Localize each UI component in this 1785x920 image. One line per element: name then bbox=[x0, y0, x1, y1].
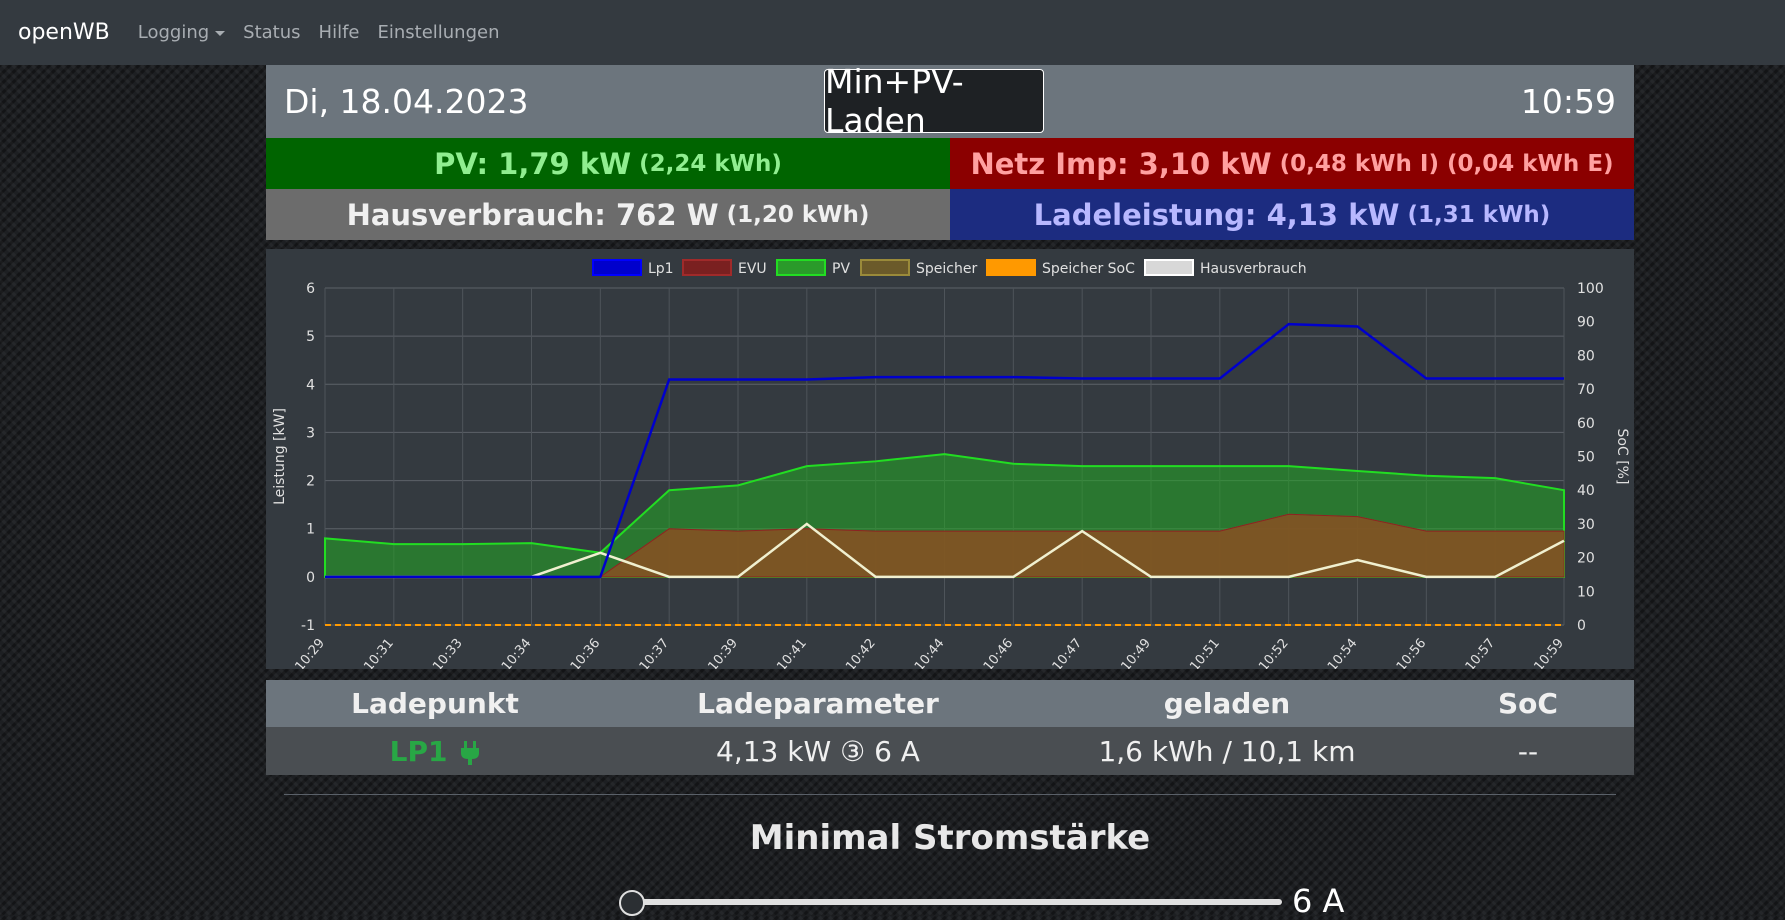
legend-swatch bbox=[860, 259, 910, 276]
x-tick-label: 10:49 bbox=[1118, 636, 1154, 669]
charge-energy: (1,31 kWh) bbox=[1407, 201, 1551, 228]
x-tick-label: 10:51 bbox=[1187, 636, 1223, 669]
min-current-slider-thumb[interactable] bbox=[619, 890, 645, 916]
y2-tick-label: 80 bbox=[1577, 348, 1595, 364]
x-tick-label: 10:59 bbox=[1531, 636, 1567, 669]
x-tick-label: 10:57 bbox=[1463, 636, 1499, 669]
legend-label: Speicher bbox=[916, 261, 977, 277]
y2-tick-label: 30 bbox=[1577, 517, 1595, 533]
y2-tick-label: 20 bbox=[1577, 551, 1595, 567]
legend-label: PV bbox=[832, 261, 850, 277]
legend-label: Lp1 bbox=[648, 261, 674, 277]
y-tick-label: 3 bbox=[306, 425, 315, 441]
house-tile: Hausverbrauch: 762 W (1,20 kWh) bbox=[266, 189, 950, 240]
y2-tick-label: 10 bbox=[1577, 584, 1595, 600]
chargepoint-table: Ladepunkt Ladeparameter geladen SoC LP1 … bbox=[266, 680, 1634, 775]
charge-mode-button[interactable]: Min+PV-Laden bbox=[824, 62, 1044, 140]
x-tick-label: 10:47 bbox=[1050, 636, 1086, 669]
y-tick-label: 1 bbox=[306, 522, 315, 538]
legend-swatch bbox=[986, 259, 1036, 276]
grid-energy: (0,48 kWh I) (0,04 kWh E) bbox=[1279, 150, 1614, 177]
min-current-slider-track[interactable] bbox=[632, 899, 1282, 905]
y-tick-label: -1 bbox=[301, 618, 315, 634]
x-tick-label: 10:39 bbox=[705, 636, 741, 669]
pv-energy: (2,24 kWh) bbox=[639, 150, 782, 177]
legend-swatch bbox=[592, 259, 642, 276]
charge-params: 4,13 kW ③ 6 A bbox=[716, 734, 920, 768]
charge-tile: Ladeleistung: 4,13 kW (1,31 kWh) bbox=[950, 189, 1634, 240]
header-soc: SoC bbox=[1498, 687, 1558, 720]
table-header: Ladepunkt Ladeparameter geladen SoC bbox=[266, 680, 1634, 727]
charged-amount: 1,6 kWh / 10,1 km bbox=[1098, 734, 1356, 768]
y2-tick-label: 40 bbox=[1577, 483, 1595, 499]
house-power: Hausverbrauch: 762 W bbox=[346, 197, 719, 232]
y2-tick-label: 50 bbox=[1577, 450, 1595, 466]
caret-down-icon bbox=[215, 30, 226, 36]
chargepoint-cell[interactable]: LP1 bbox=[266, 735, 604, 768]
y-tick-label: 6 bbox=[306, 281, 315, 297]
y-axis-label: Leistung [kW] bbox=[272, 408, 288, 505]
nav-einstellungen[interactable]: Einstellungen bbox=[377, 22, 499, 43]
grid-tile: Netz Imp: 3,10 kW (0,48 kWh I) (0,04 kWh… bbox=[950, 138, 1634, 189]
y-tick-label: 4 bbox=[306, 377, 315, 393]
table-row[interactable]: LP1 4,13 kW ③ 6 A 1,6 kWh / 10,1 km -- bbox=[266, 727, 1634, 775]
y-tick-label: 5 bbox=[306, 329, 315, 345]
header-ladeparameter: Ladeparameter bbox=[697, 687, 939, 720]
x-tick-label: 10:42 bbox=[843, 636, 879, 669]
y2-tick-label: 0 bbox=[1577, 618, 1586, 634]
charge-power: Ladeleistung: 4,13 kW bbox=[1033, 197, 1400, 232]
legend-label: Speicher SoC bbox=[1042, 261, 1135, 277]
house-energy: (1,20 kWh) bbox=[726, 201, 870, 228]
header-bar: Di, 18.04.2023 Min+PV-Laden 10:59 bbox=[266, 62, 1634, 140]
header-ladepunkt: Ladepunkt bbox=[351, 687, 519, 720]
y2-tick-label: 60 bbox=[1577, 416, 1595, 432]
x-tick-label: 10:56 bbox=[1394, 636, 1430, 669]
power-chart: -1 0 1 2 3 4 5 6 0 10 20 30 40 50 60 70 80 90 100 10:29 10:3… bbox=[266, 249, 1634, 669]
x-tick-label: 10:54 bbox=[1325, 636, 1361, 669]
y-tick-label: 2 bbox=[306, 474, 315, 490]
nav-logging-label: Logging bbox=[137, 22, 210, 43]
legend-label: EVU bbox=[738, 261, 767, 277]
pv-tile: PV: 1,79 kW (2,24 kWh) bbox=[266, 138, 950, 189]
header-time: 10:59 bbox=[1520, 82, 1616, 121]
divider bbox=[284, 794, 1616, 795]
x-tick-label: 10:46 bbox=[981, 636, 1017, 669]
x-tick-label: 10:34 bbox=[499, 636, 535, 669]
navbar: openWB Logging Status Hilfe Einstellunge… bbox=[0, 0, 1785, 65]
legend-swatch bbox=[682, 259, 732, 276]
x-tick-label: 10:37 bbox=[637, 636, 673, 669]
y-tick-label: 0 bbox=[306, 570, 315, 586]
header-date: Di, 18.04.2023 bbox=[284, 82, 529, 121]
legend-swatch bbox=[776, 259, 826, 276]
x-tick-label: 10:36 bbox=[568, 636, 604, 669]
chart-svg: -10123456010203040506070809010010:29 10:3… bbox=[272, 259, 1630, 669]
min-current-value: 6 A bbox=[1292, 882, 1345, 920]
brand-link[interactable]: openWB bbox=[18, 20, 110, 45]
soc-value: -- bbox=[1517, 734, 1539, 768]
pv-power: PV: 1,79 kW bbox=[434, 146, 632, 181]
nav-status[interactable]: Status bbox=[243, 22, 300, 43]
grid-power: Netz Imp: 3,10 kW bbox=[970, 146, 1272, 181]
x-tick-label: 10:44 bbox=[912, 636, 948, 669]
legend-label: Hausverbrauch bbox=[1200, 261, 1307, 277]
x-tick-label: 10:33 bbox=[430, 636, 466, 669]
min-current-title: Minimal Stromstärke bbox=[749, 818, 1151, 858]
x-tick-label: 10:52 bbox=[1256, 636, 1292, 669]
y2-tick-label: 90 bbox=[1577, 315, 1595, 331]
nav-hilfe[interactable]: Hilfe bbox=[319, 22, 360, 43]
plug-icon bbox=[461, 740, 480, 765]
chargepoint-name: LP1 bbox=[389, 734, 448, 768]
y2-tick-label: 70 bbox=[1577, 382, 1595, 398]
x-tick-label: 10:29 bbox=[292, 636, 328, 669]
x-tick-label: 10:41 bbox=[774, 636, 810, 669]
x-tick-label: 10:31 bbox=[361, 636, 397, 669]
legend-swatch bbox=[1144, 259, 1194, 276]
y2-tick-label: 100 bbox=[1577, 281, 1604, 297]
nav-logging[interactable]: Logging bbox=[137, 22, 226, 43]
header-geladen: geladen bbox=[1163, 687, 1291, 720]
y2-axis-label: SoC [%] bbox=[1614, 429, 1630, 485]
